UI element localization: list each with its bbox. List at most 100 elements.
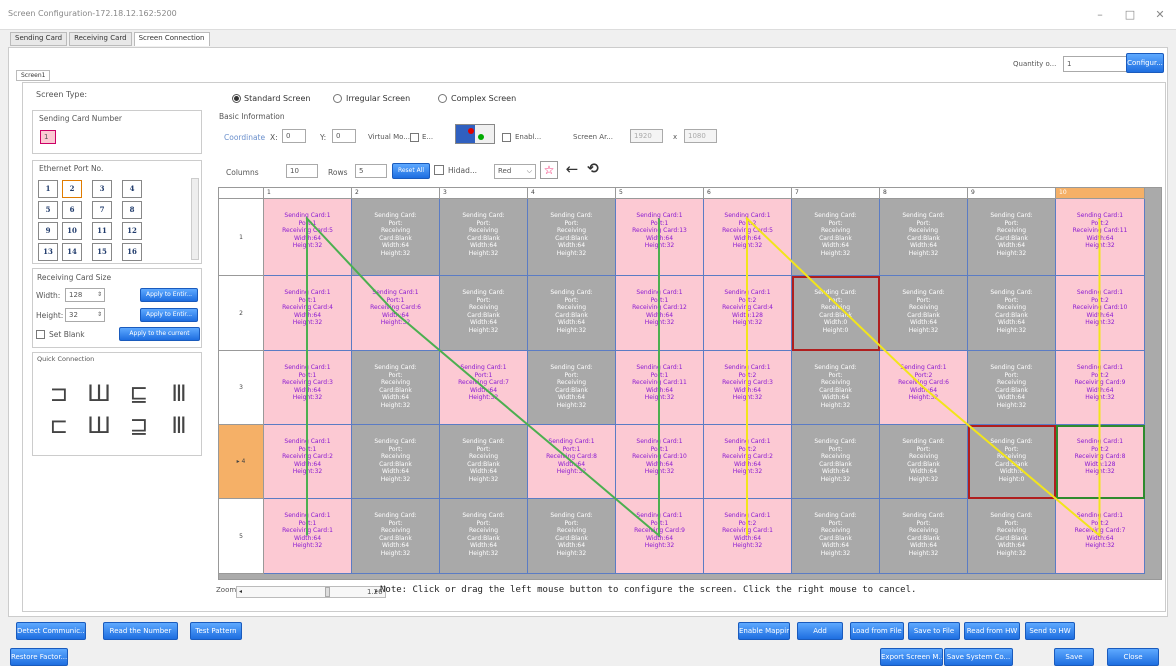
width-field[interactable]: 128 ⇕ bbox=[65, 288, 105, 302]
grid-cell[interactable]: Sending Card:1 Port:1 Receiving Card:3 Widt… bbox=[264, 351, 352, 425]
pattern-snake-3-icon[interactable]: Ш bbox=[82, 414, 116, 439]
line-color-select[interactable]: Red ⌵ bbox=[494, 164, 536, 179]
row-header-2[interactable]: 2 bbox=[219, 276, 264, 351]
grid-cell[interactable]: Sending Card:1 Port:2 Receiving Card:4 Widt… bbox=[704, 276, 792, 351]
grid-cell[interactable]: Sending Card:1 Port:2 Receiving Card:2 Widt… bbox=[704, 425, 792, 499]
port-button-10[interactable]: 10 bbox=[62, 222, 82, 240]
export-screen-m-button[interactable]: Export Screen M... bbox=[880, 648, 943, 666]
tab-sending-card[interactable]: Sending Card bbox=[10, 32, 68, 46]
grid-cell[interactable]: Sending Card: Port: Receiving Card:Blank Wid… bbox=[880, 499, 968, 574]
grid-cell[interactable]: Sending Card: Port: Receiving Card:Blank Wid… bbox=[792, 199, 880, 276]
grid-cell[interactable]: Sending Card:1 Port:1 Receiving Card:8 Widt… bbox=[528, 425, 616, 499]
apply-current-button[interactable]: Apply to the current bbox=[119, 327, 200, 341]
screen-area-width-field[interactable]: 1920 bbox=[630, 129, 663, 143]
enable-mapping-button[interactable]: Enable Mapping bbox=[738, 622, 790, 640]
virtual-mode-checkbox[interactable] bbox=[410, 133, 419, 142]
grid-cell[interactable]: Sending Card: Port: Receiving Card:Blank Wid… bbox=[440, 499, 528, 574]
y-field[interactable]: 0 bbox=[332, 129, 356, 143]
test-pattern-button[interactable]: Test Pattern bbox=[190, 622, 242, 640]
port-button-15[interactable]: 15 bbox=[92, 243, 112, 261]
grid-cell[interactable]: Sending Card: Port: Receiving Card:Blank Wid… bbox=[440, 276, 528, 351]
grid-cell[interactable]: Sending Card:1 Port:2 Receiving Card:7 Widt… bbox=[1056, 499, 1145, 574]
column-header-8[interactable]: 8 bbox=[880, 188, 968, 199]
pattern-zigzag-1-icon[interactable]: ⊐ bbox=[42, 382, 76, 407]
rows-field[interactable]: 5 bbox=[355, 164, 387, 178]
column-header-10[interactable]: 10 bbox=[1056, 188, 1145, 199]
grid-cell[interactable]: Sending Card: Port: Receiving Card:Blank Wid… bbox=[880, 199, 968, 276]
undo-arrow-icon[interactable]: ← bbox=[563, 160, 581, 178]
pattern-snake-1-icon[interactable]: Ш bbox=[82, 382, 116, 407]
port-button-4[interactable]: 4 bbox=[122, 180, 142, 198]
row-header-5[interactable]: 5 bbox=[219, 499, 264, 574]
port-button-8[interactable]: 8 bbox=[122, 201, 142, 219]
grid-cell[interactable]: Sending Card:1 Port:2 Receiving Card:1 Widt… bbox=[704, 499, 792, 574]
port-button-3[interactable]: 3 bbox=[92, 180, 112, 198]
radio-irregular-screen[interactable] bbox=[333, 94, 342, 103]
port-button-5[interactable]: 5 bbox=[38, 201, 58, 219]
save-system-co-button[interactable]: Save System Co... bbox=[944, 648, 1013, 666]
grid-cell[interactable]: Sending Card: Port: Receiving Card:Blank Wid… bbox=[968, 199, 1056, 276]
minimize-icon[interactable]: – bbox=[1085, 5, 1115, 25]
pattern-zigzag-4-icon[interactable]: ⊒ bbox=[122, 414, 156, 439]
grid-cell[interactable]: Sending Card:1 Port:2 Receiving Card:9 Widt… bbox=[1056, 351, 1145, 425]
port-button-7[interactable]: 7 bbox=[92, 201, 112, 219]
grid-cell[interactable]: Sending Card: Port: Receiving Card:Blank Wid… bbox=[352, 351, 440, 425]
restore-factor-button[interactable]: Restore Factor... bbox=[10, 648, 68, 666]
zoom-thumb[interactable] bbox=[325, 587, 330, 597]
grid-cell[interactable]: Sending Card: Port: Receiving Card:Blank Wid… bbox=[792, 499, 880, 574]
columns-field[interactable]: 10 bbox=[286, 164, 318, 178]
tab-receiving-card[interactable]: Receiving Card bbox=[69, 32, 132, 46]
reset-all-button[interactable]: Reset All bbox=[392, 163, 430, 179]
add-button[interactable]: Add bbox=[797, 622, 843, 640]
grid-cell[interactable]: Sending Card:1 Port:1 Receiving Card:2 Widt… bbox=[264, 425, 352, 499]
detect-communic-button[interactable]: Detect Communic... bbox=[16, 622, 86, 640]
save-button[interactable]: Save bbox=[1054, 648, 1094, 666]
sending-card-number-field[interactable]: 1 bbox=[40, 130, 56, 144]
port-button-2[interactable]: 2 bbox=[62, 180, 82, 198]
column-header-7[interactable]: 7 bbox=[792, 188, 880, 199]
screen-area-height-field[interactable]: 1080 bbox=[684, 129, 717, 143]
grid-cell[interactable]: Sending Card:1 Port:2 Receiving Card:3 Widt… bbox=[704, 351, 792, 425]
port-button-11[interactable]: 11 bbox=[92, 222, 112, 240]
row-header-1[interactable]: 1 bbox=[219, 199, 264, 276]
save-to-file-button[interactable]: Save to File bbox=[908, 622, 960, 640]
port-button-1[interactable]: 1 bbox=[38, 180, 58, 198]
column-header-5[interactable]: 5 bbox=[616, 188, 704, 199]
grid-cell[interactable]: Sending Card:1 Port:1 Receiving Card:5 Widt… bbox=[264, 199, 352, 276]
read-from-hw-button[interactable]: Read from HW bbox=[964, 622, 1020, 640]
tab-screen1[interactable]: Screen1 bbox=[16, 70, 51, 81]
port-button-12[interactable]: 12 bbox=[122, 222, 142, 240]
grid-cell[interactable]: Sending Card:1 Port:1 Receiving Card:12 Wid… bbox=[616, 276, 704, 351]
grid-cell[interactable]: Sending Card:1 Port:1 Receiving Card:13 Wid… bbox=[616, 199, 704, 276]
read-the-number-button[interactable]: Read the Number bbox=[103, 622, 178, 640]
grid-cell[interactable]: Sending Card: Port: Receiving Card:Blank Wid… bbox=[880, 276, 968, 351]
column-header-2[interactable]: 2 bbox=[352, 188, 440, 199]
pattern-zigzag-3-icon[interactable]: ⊏ bbox=[42, 414, 76, 439]
grid-cell[interactable]: Sending Card:1 Port:1 Receiving Card:4 Widt… bbox=[264, 276, 352, 351]
column-header-4[interactable]: 4 bbox=[528, 188, 616, 199]
grid-cell[interactable]: Sending Card:1 Port:1 Receiving Card:7 Widt… bbox=[440, 351, 528, 425]
grid-cell[interactable]: Sending Card:1 Port:2 Receiving Card:6 Widt… bbox=[880, 351, 968, 425]
send-to-hw-button[interactable]: Send to HW bbox=[1025, 622, 1075, 640]
screen-grid[interactable]: 1 2 3 4 5 6 7 8 9 10 1 2 3 ▸ 4 5 Sending Card:1 Port:1 Re… bbox=[218, 187, 1162, 580]
port-button-13[interactable]: 13 bbox=[38, 243, 58, 261]
height-field[interactable]: 32 ⇕ bbox=[65, 308, 105, 322]
grid-cell[interactable]: Sending Card: Port: Receiving Card:Blank Wid… bbox=[528, 276, 616, 351]
apply-entire-button-2[interactable]: Apply to Entir... bbox=[140, 308, 198, 322]
grid-cell[interactable]: Sending Card: Port: Receiving Card:Blank Wid… bbox=[440, 199, 528, 276]
color-sample-icon[interactable] bbox=[455, 124, 495, 144]
column-header-3[interactable]: 3 bbox=[440, 188, 528, 199]
radio-complex-screen[interactable] bbox=[438, 94, 447, 103]
port-button-16[interactable]: 16 bbox=[122, 243, 142, 261]
grid-cell[interactable]: Sending Card:1 Port:1 Receiving Card:9 Widt… bbox=[616, 499, 704, 574]
close-icon[interactable]: ✕ bbox=[1145, 5, 1175, 25]
grid-cell[interactable]: Sending Card:1 Port:2 Receiving Card:11 Wid… bbox=[1056, 199, 1145, 276]
pattern-snake-4-icon[interactable]: Ⅲ bbox=[162, 414, 196, 439]
column-header-9[interactable]: 9 bbox=[968, 188, 1056, 199]
grid-cell[interactable]: Sending Card: Port: Receiving Card:Blank Wid… bbox=[352, 425, 440, 499]
port-button-14[interactable]: 14 bbox=[62, 243, 82, 261]
zoom-slider[interactable]: ◂ ▸ bbox=[236, 586, 386, 598]
column-header-6[interactable]: 6 bbox=[704, 188, 792, 199]
grid-cell[interactable]: Sending Card: Port: Receiving Card:Blank Wid… bbox=[352, 199, 440, 276]
refresh-icon[interactable]: ⟲ bbox=[584, 160, 602, 178]
